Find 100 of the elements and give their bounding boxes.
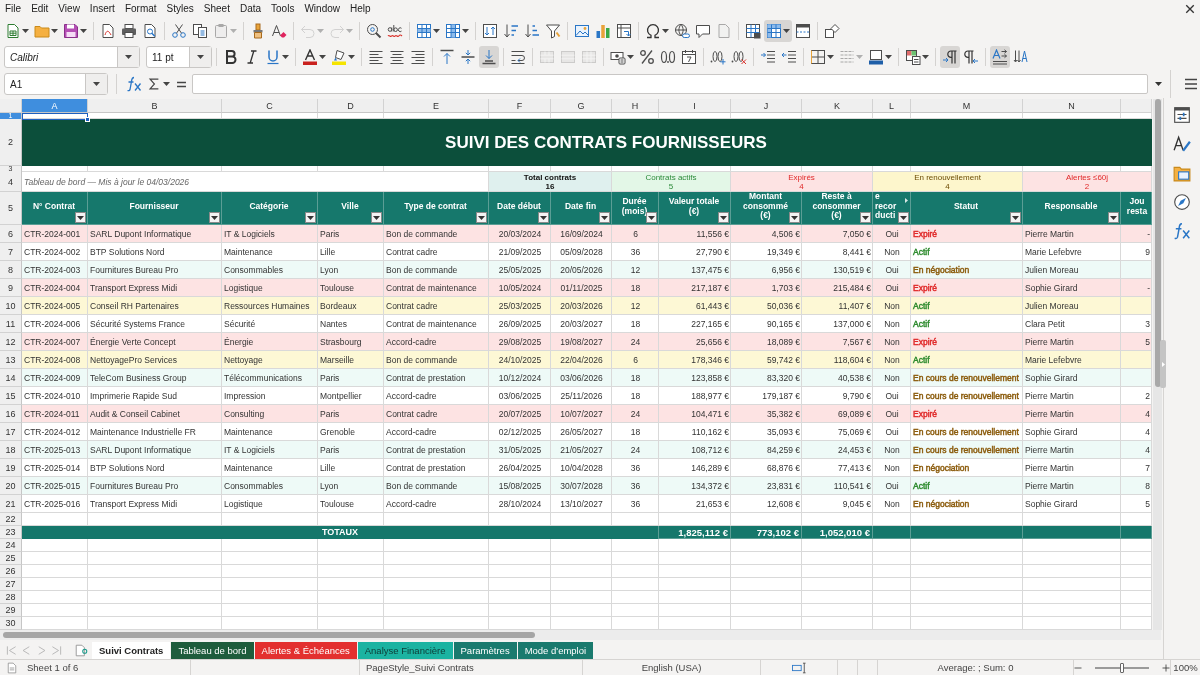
filter-dropdown-button[interactable]: [718, 212, 729, 223]
menu-item[interactable]: Window: [299, 2, 345, 16]
menu-item[interactable]: Insert: [84, 2, 120, 16]
table-cell-text: Non: [883, 336, 901, 349]
filter-dropdown-button[interactable]: [75, 212, 86, 223]
scrollbar-thumb[interactable]: [3, 632, 535, 638]
filter-dropdown-button[interactable]: [646, 212, 657, 223]
table-cell-text: 36: [629, 462, 642, 475]
sheet-tab[interactable]: Suivi Contrats: [92, 642, 172, 659]
filter-dropdown-button[interactable]: [789, 212, 800, 223]
row-header[interactable]: 25: [0, 552, 22, 565]
row-header[interactable]: 12: [0, 333, 22, 351]
filter-dropdown-button[interactable]: [476, 212, 487, 223]
row-header[interactable]: 13: [0, 351, 22, 369]
menu-item[interactable]: View: [53, 2, 85, 16]
row-header[interactable]: 20: [0, 477, 22, 495]
first-sheet-icon: [6, 645, 17, 656]
row-header[interactable]: 6: [0, 225, 22, 243]
filter-dropdown-button[interactable]: [371, 212, 382, 223]
table-cell-text: 18: [629, 372, 642, 385]
table-cell-text: Actif: [912, 354, 931, 367]
filter-dropdown-button[interactable]: [860, 212, 871, 223]
filter-dropdown-button[interactable]: [305, 212, 316, 223]
row-header[interactable]: 8: [0, 261, 22, 279]
zoom-slider-thumb[interactable]: [1120, 662, 1124, 673]
table-cell-text: Consulting: [223, 408, 266, 421]
sidebar-handle[interactable]: [1160, 340, 1166, 388]
filter-dropdown-button[interactable]: [209, 212, 220, 223]
vertical-scrollbar[interactable]: [1153, 99, 1162, 630]
menu-item[interactable]: Tools: [266, 2, 300, 16]
menu-item[interactable]: Help: [345, 2, 376, 16]
row-header[interactable]: 11: [0, 315, 22, 333]
row-header[interactable]: 27: [0, 578, 22, 591]
formula-input[interactable]: [192, 74, 1148, 94]
row-header[interactable]: 19: [0, 459, 22, 477]
menu-item[interactable]: Data: [234, 2, 267, 16]
text-direction-button[interactable]: [990, 46, 1010, 68]
row-header[interactable]: 30: [0, 617, 22, 630]
zoom-in-button[interactable]: [1162, 663, 1170, 672]
row-header[interactable]: 17: [0, 423, 22, 441]
table-cell-text: 7,567 €: [841, 336, 872, 349]
filter-dropdown-button[interactable]: [898, 212, 909, 223]
table-cell-text: Contrat de prestation: [385, 444, 467, 457]
row-header[interactable]: 4: [0, 172, 22, 192]
sheet-tab[interactable]: Alertes & Échéances: [254, 642, 358, 659]
menu-item[interactable]: Styles: [161, 2, 199, 16]
dropdown-button[interactable]: [85, 74, 107, 94]
filter-dropdown-button[interactable]: [1010, 212, 1021, 223]
table-cell-text: Actif: [912, 300, 931, 313]
filter-dropdown-button[interactable]: [599, 212, 610, 223]
row-header[interactable]: 15: [0, 387, 22, 405]
filter-dropdown-button[interactable]: [538, 212, 549, 223]
row-header[interactable]: 26: [0, 565, 22, 578]
menu-item[interactable]: Sheet: [198, 2, 235, 16]
dropdown-button[interactable]: [189, 47, 211, 67]
row-header[interactable]: 5: [0, 192, 22, 225]
fill-handle[interactable]: [85, 117, 90, 122]
font-name-field[interactable]: Calibri: [4, 46, 140, 68]
close-button[interactable]: [1185, 4, 1195, 14]
row-header[interactable]: 21: [0, 495, 22, 513]
scrollbar-thumb[interactable]: [1154, 99, 1161, 387]
row-header[interactable]: 24: [0, 539, 22, 552]
sheet-tab[interactable]: Paramètres: [453, 642, 518, 659]
table-cell-text: Contrat de prestation: [385, 372, 467, 385]
row-header[interactable]: 2: [0, 119, 22, 166]
table-cell-text: Fournitures Bureau Pro: [89, 264, 180, 277]
row-header[interactable]: 22: [0, 513, 22, 526]
sheet-tab[interactable]: Mode d'emploi: [517, 642, 595, 659]
name-box[interactable]: A1: [4, 73, 108, 95]
menu-item[interactable]: File: [0, 2, 27, 16]
table-cell-text: Bon de commande: [385, 354, 459, 367]
add-sheet-button[interactable]: [74, 642, 89, 659]
align-top-icon: [439, 49, 455, 65]
row-header[interactable]: 7: [0, 243, 22, 261]
row-header[interactable]: 23: [0, 526, 22, 539]
row-header[interactable]: 16: [0, 405, 22, 423]
menu-item[interactable]: Format: [119, 2, 162, 16]
table-cell-text: CTR-2024-008: [23, 354, 82, 367]
table-cell-text: 84,259 €: [765, 444, 801, 457]
row-header[interactable]: 14: [0, 369, 22, 387]
row-header[interactable]: 9: [0, 279, 22, 297]
table-cell-text: Lyon: [319, 264, 340, 277]
horizontal-scrollbar[interactable]: [0, 630, 1161, 640]
font-size-field[interactable]: 11 pt: [146, 46, 212, 68]
row-header[interactable]: 28: [0, 591, 22, 604]
left-to-right-button[interactable]: [940, 46, 960, 68]
sheet-tab[interactable]: Analyse Financière: [357, 642, 454, 659]
selected-cell[interactable]: [22, 113, 88, 120]
freeze-panes-button[interactable]: [764, 20, 792, 42]
sheet-tab[interactable]: Tableau de bord: [171, 642, 255, 659]
row-header[interactable]: 18: [0, 441, 22, 459]
menu-item[interactable]: Edit: [26, 2, 54, 16]
font-color-button[interactable]: [300, 46, 328, 68]
row-header[interactable]: 29: [0, 604, 22, 617]
caret-icon: [22, 29, 29, 33]
sum-icon: [147, 77, 161, 91]
align-bottom-button[interactable]: [479, 46, 499, 68]
dropdown-button[interactable]: [117, 47, 139, 67]
row-header[interactable]: 10: [0, 297, 22, 315]
filter-dropdown-button[interactable]: [1108, 212, 1119, 223]
